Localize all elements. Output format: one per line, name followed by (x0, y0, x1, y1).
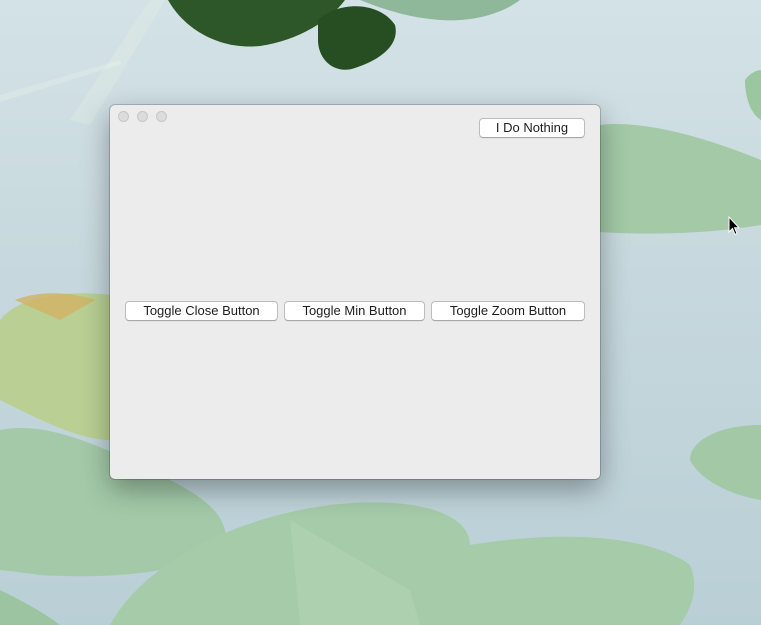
i-do-nothing-button[interactable]: I Do Nothing (479, 118, 585, 138)
close-window-icon[interactable] (118, 111, 129, 122)
toggle-close-button[interactable]: Toggle Close Button (125, 301, 278, 321)
arrow-pointer-icon (728, 216, 740, 236)
traffic-lights (118, 111, 167, 122)
minimize-window-icon[interactable] (137, 111, 148, 122)
app-window: I Do Nothing Toggle Close Button Toggle … (110, 105, 600, 479)
toggle-zoom-button[interactable]: Toggle Zoom Button (431, 301, 585, 321)
zoom-window-icon[interactable] (156, 111, 167, 122)
toggle-min-button[interactable]: Toggle Min Button (284, 301, 425, 321)
